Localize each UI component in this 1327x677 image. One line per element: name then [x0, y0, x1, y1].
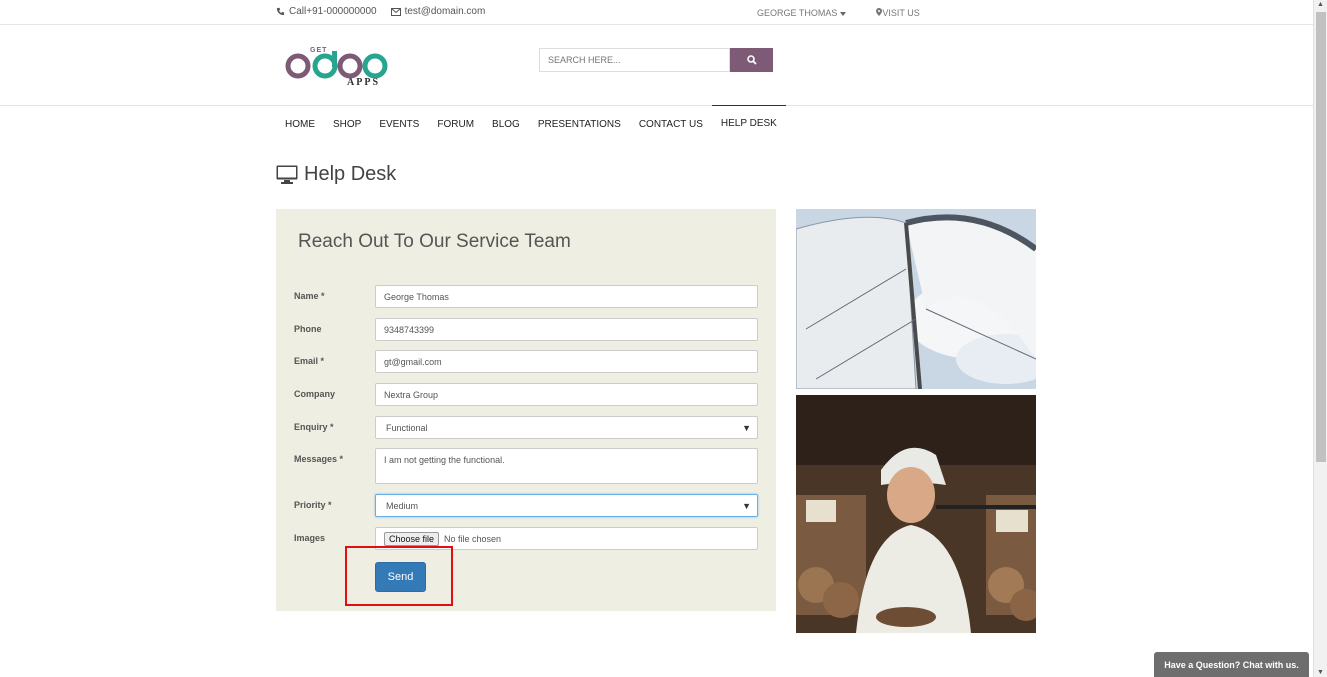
visit-us-link[interactable]: VISIT US: [876, 8, 920, 18]
company-row: Company Nextra Group: [294, 383, 758, 406]
nav-forum[interactable]: FORUM: [428, 106, 483, 139]
enquiry-row: Enquiry * Functional ▼: [294, 416, 758, 439]
messages-row: Messages * I am not getting the function…: [294, 448, 758, 484]
nav-home[interactable]: HOME: [276, 106, 324, 139]
site-logo[interactable]: GET APPS: [284, 47, 394, 89]
chat-widget-button[interactable]: Have a Question? Chat with us.: [1154, 652, 1309, 677]
site-header: GET APPS: [0, 25, 1313, 106]
search-icon: [746, 55, 757, 65]
scrollbar-thumb[interactable]: [1316, 12, 1326, 462]
choose-file-button[interactable]: Choose file: [384, 531, 440, 546]
logo-apps-text: APPS: [347, 77, 380, 88]
contact-info: Call+91-000000000 test@domain.com: [276, 6, 485, 17]
phone-icon: [276, 7, 285, 16]
messages-textarea[interactable]: I am not getting the functional.: [375, 448, 758, 484]
envelope-icon: [390, 7, 401, 16]
email-field[interactable]: gt@gmail.com: [375, 350, 758, 373]
phone-row: Phone 9348743399: [294, 318, 758, 341]
top-bar: Call+91-000000000 test@domain.com GEORGE…: [0, 0, 1313, 25]
main-nav: HOME SHOP EVENTS FORUM BLOG PRESENTATION…: [276, 105, 786, 139]
company-field[interactable]: Nextra Group: [375, 383, 758, 406]
search-button[interactable]: [730, 48, 773, 72]
sail-graphic: [796, 209, 1036, 389]
page-title: Help Desk: [276, 163, 396, 186]
phone-label: Phone: [294, 324, 322, 334]
highlight-box: [345, 546, 453, 606]
user-name: GEORGE THOMAS: [757, 8, 838, 18]
sail-image: [796, 209, 1036, 389]
nav-contact-us[interactable]: CONTACT US: [630, 106, 712, 139]
nav-presentations[interactable]: PRESENTATIONS: [529, 106, 630, 139]
search-bar: [539, 48, 773, 72]
enquiry-label: Enquiry *: [294, 422, 334, 432]
dropdown-arrow-icon: ▼: [742, 500, 751, 511]
images-label: Images: [294, 533, 326, 543]
company-label: Company: [294, 389, 336, 399]
name-field[interactable]: George Thomas: [375, 285, 758, 308]
enquiry-select[interactable]: Functional ▼: [375, 416, 758, 439]
nav-help-desk[interactable]: HELP DESK: [711, 105, 786, 138]
nav-blog[interactable]: BLOG: [483, 106, 529, 139]
messages-label: Messages *: [294, 454, 344, 464]
priority-value: Medium: [386, 500, 419, 511]
caret-down-icon: [840, 11, 847, 16]
visit-us-label: VISIT US: [882, 8, 920, 18]
scroll-down-icon[interactable]: ▼: [1317, 669, 1324, 676]
phone-text: Call+91-000000000: [289, 6, 377, 17]
phone-field[interactable]: 9348743399: [375, 318, 758, 341]
nav-shop[interactable]: SHOP: [324, 106, 370, 139]
email-label: Email *: [294, 356, 325, 366]
name-label: Name *: [294, 291, 325, 301]
priority-label: Priority *: [294, 500, 332, 510]
bakery-graphic: [796, 395, 1036, 633]
form-heading: Reach Out To Our Service Team: [298, 231, 571, 252]
desktop-icon: [276, 165, 298, 184]
scroll-up-icon[interactable]: ▲: [1317, 1, 1324, 8]
email-link[interactable]: test@domain.com: [405, 6, 486, 17]
priority-row: Priority * Medium ▼: [294, 494, 758, 517]
priority-select[interactable]: Medium ▼: [375, 494, 758, 517]
dropdown-arrow-icon: ▼: [742, 422, 751, 433]
bakery-image: [796, 395, 1036, 633]
nav-events[interactable]: EVENTS: [370, 106, 428, 139]
logo-get-text: GET: [310, 47, 328, 54]
user-menu[interactable]: GEORGE THOMAS: [757, 8, 847, 18]
search-input[interactable]: [539, 48, 730, 72]
enquiry-value: Functional: [386, 422, 428, 433]
name-row: Name * George Thomas: [294, 285, 758, 308]
page-scrollbar[interactable]: ▲ ▼: [1313, 0, 1327, 677]
file-status: No file chosen: [444, 533, 502, 544]
page-title-text: Help Desk: [304, 163, 397, 185]
email-row: Email * gt@gmail.com: [294, 350, 758, 373]
